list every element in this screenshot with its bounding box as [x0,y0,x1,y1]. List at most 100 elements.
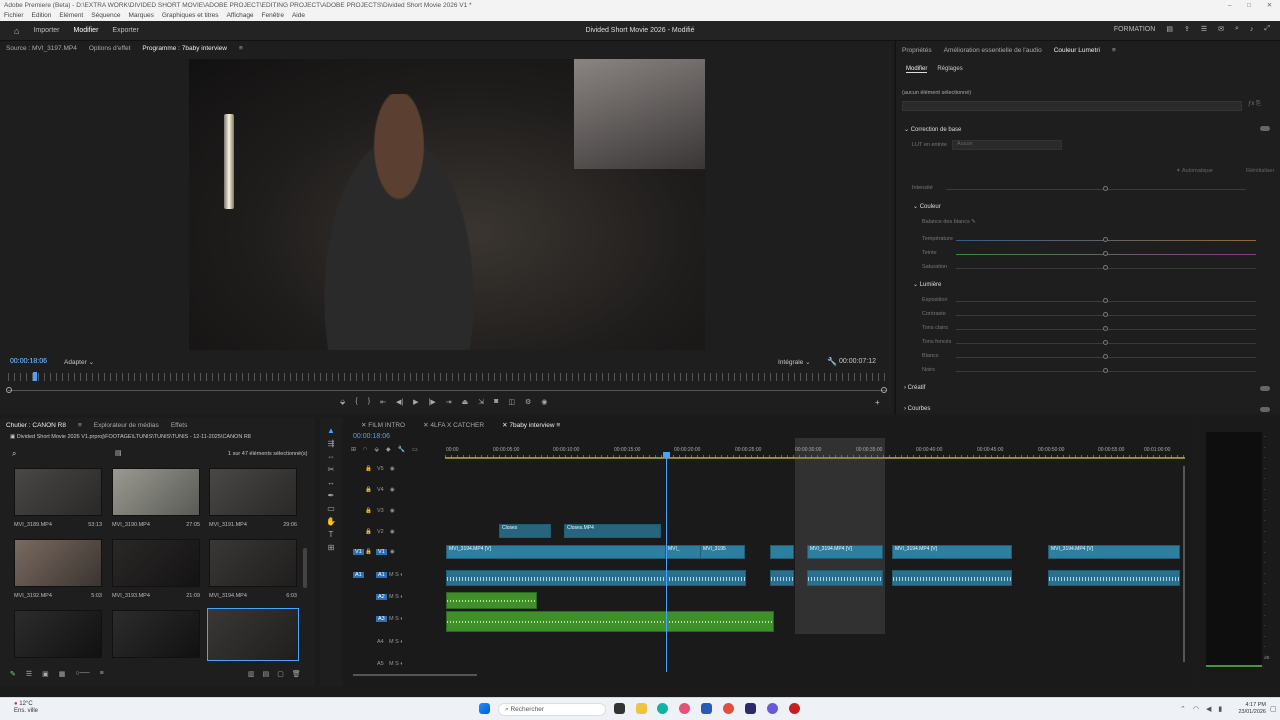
quick-export-icon[interactable]: ⇪ [1184,25,1190,33]
start-icon[interactable] [479,703,490,714]
subtab-modifier[interactable]: Modifier [906,66,928,73]
clip-thumb-2[interactable] [112,468,200,516]
compare-icon[interactable]: ◫ [508,398,515,406]
menu-icon[interactable]: ≡ [239,45,243,52]
selection-tool-icon[interactable]: ▲ [327,426,335,435]
playhead-handle[interactable] [663,452,670,457]
audio-wave-icon[interactable]: ◉ [541,398,547,406]
track-header-a2[interactable]: A2 M S ◐ [345,594,445,613]
tab-effect-options[interactable]: Options d'effet [89,45,131,52]
extract-icon[interactable]: ⇲ [478,398,484,406]
menu-sequence[interactable]: Séquence [91,11,120,21]
program-video-frame[interactable] [189,59,705,350]
source-a1-patch[interactable]: A1 [353,572,364,578]
shadows-slider[interactable]: Tons foncés [896,338,1280,348]
lock-icon[interactable]: 🔒 [365,549,372,555]
clip-v2-closes-mp4[interactable]: Closes.MP4 [564,524,661,538]
fullscreen-icon[interactable]: ⤢ [1264,25,1270,33]
battery-icon[interactable]: ▮ [1218,705,1222,713]
reset-button[interactable]: Réinitialiser [1246,168,1274,174]
exposure-slider[interactable]: Exposition [896,296,1280,306]
project-scrollbar[interactable] [303,548,307,588]
clip-selector[interactable] [902,101,1242,111]
clip-a1-3[interactable] [807,570,883,586]
tab-audio[interactable]: Amélioration essentielle de l'audio [944,47,1042,54]
linked-icon[interactable]: ∩ [363,446,367,453]
tab-program[interactable]: Programme : 7baby interview [142,45,227,52]
list-view-icon[interactable]: ☰ [26,670,32,678]
zoom-handle-left[interactable] [6,387,12,393]
lift-icon[interactable]: ⏏ [462,398,469,406]
edge-icon[interactable] [657,703,668,714]
basic-correction-toggle[interactable] [1260,126,1270,131]
lock-icon[interactable]: 🔒 [365,529,372,535]
zoom-slider-icon[interactable]: ○── [75,670,89,678]
clip-a1-2[interactable] [770,570,794,586]
menu-graphiques[interactable]: Graphiques et titres [162,11,219,21]
clip-thumb-7[interactable] [14,610,102,658]
curves-header[interactable]: › Courbes [904,406,930,412]
eye-icon[interactable]: ◉ [390,549,395,555]
nav-modifier[interactable]: Modifier [74,27,99,34]
task-view-icon[interactable] [614,703,625,714]
minimize-icon[interactable]: – [1228,0,1232,11]
eye-icon[interactable]: ◉ [390,529,395,535]
pen-icon[interactable]: ✒ [328,491,335,500]
nav-exporter[interactable]: Exporter [112,27,138,34]
track-header-a4[interactable]: A4 M S ◐ [345,639,445,658]
lock-icon[interactable]: 🔒 [365,508,372,514]
rectangle-icon[interactable]: ▭ [327,504,335,513]
clip-thumb-8[interactable] [112,610,200,658]
clip-v1-4[interactable] [770,545,794,559]
program-playhead[interactable] [33,372,37,381]
eye-icon[interactable]: ◉ [390,487,395,493]
store-icon[interactable] [701,703,712,714]
comments-icon[interactable]: ✉ [1218,25,1224,33]
clip-v1-3[interactable]: MVI_3195 [700,545,745,559]
menu-icon[interactable]: ≡ [1112,47,1116,54]
file-explorer-icon[interactable] [636,703,647,714]
tab-source[interactable]: Source : MVI_3197.MP4 [6,45,77,52]
eye-icon[interactable]: ◉ [390,466,395,472]
clip-a2-music[interactable] [446,592,537,609]
menu-element[interactable]: Elément [59,11,83,21]
audio-icon[interactable]: ♪ [1250,26,1254,33]
whites-slider[interactable]: Blancs [896,352,1280,362]
mute-solo-icons[interactable]: M S ◐ [389,572,404,578]
tab-lumetri[interactable]: Couleur Lumetri [1054,47,1100,54]
mute-solo-icons[interactable]: M S ◐ [389,661,404,667]
search-icon[interactable]: ⌕ [12,449,16,459]
tab-effects[interactable]: Effets [171,422,188,429]
track-header-v3[interactable]: V3 🔒 ◉ [345,508,445,527]
caption-icon[interactable]: ⊞ [328,543,335,552]
add-marker-icon[interactable]: ◆ [386,446,391,453]
blacks-slider[interactable]: Noirs [896,366,1280,376]
fx-icon[interactable]: ƒx ⎘ [1248,101,1261,108]
panels-icon[interactable]: ☰ [1201,25,1207,33]
app-icon[interactable] [679,703,690,714]
program-scrubber[interactable] [8,390,886,391]
clip-thumb-1[interactable] [14,468,102,516]
camera-icon[interactable]: ◙ [494,398,498,406]
clip-a1-1[interactable] [446,570,746,586]
new-item-icon[interactable]: ▢ [277,670,284,678]
zoom-icon[interactable]: ⌕ [1235,25,1239,33]
menu-edition[interactable]: Edition [32,11,52,21]
premiere-icon[interactable] [745,703,756,714]
zoom-handle-right[interactable] [881,387,887,393]
temperature-slider[interactable]: Température [896,235,1280,245]
clip-v1-2[interactable]: MVI_ [665,545,701,559]
text-icon[interactable]: T [329,530,334,539]
sort-icon[interactable]: ≡ [100,670,104,678]
mute-solo-icons[interactable]: M S ◐ [389,594,404,600]
taskbar-search[interactable]: ⌕ Rechercher [498,703,606,716]
menu-fenetre[interactable]: Fenêtre [262,11,284,21]
maximize-icon[interactable]: □ [1247,0,1251,11]
contrast-slider[interactable]: Contraste [896,310,1280,320]
menu-affichage[interactable]: Affichage [227,11,254,21]
volume-icon[interactable]: ◀ [1206,705,1211,713]
home-icon[interactable]: ⌂ [14,26,19,36]
track-header-v1[interactable]: V1 V1 🔒 ◉ [345,549,445,568]
mute-solo-icons[interactable]: M S ◐ [389,639,404,645]
mark-in-icon[interactable]: { [355,398,357,406]
